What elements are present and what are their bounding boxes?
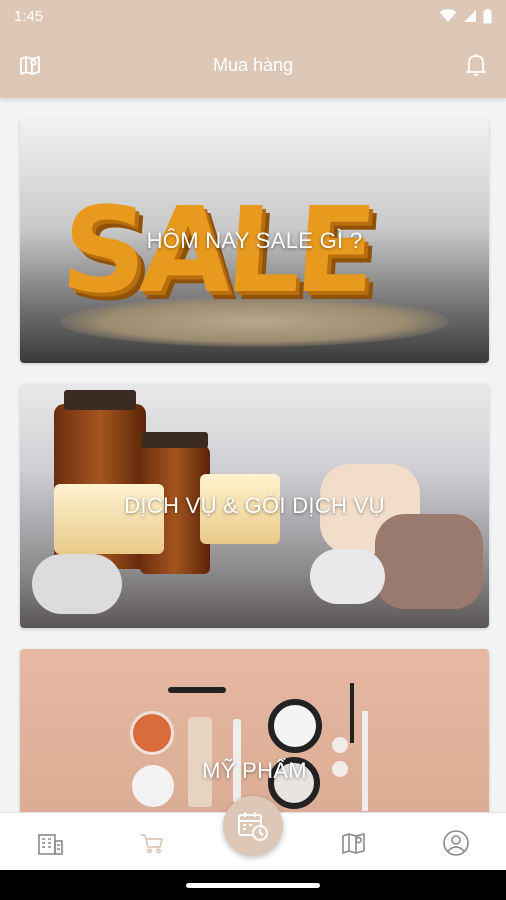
bead xyxy=(332,737,348,753)
compact-powder xyxy=(268,699,322,753)
nav-cart-button[interactable] xyxy=(136,827,168,859)
sale-card-label: HÔM NAY SALE GÌ ? xyxy=(146,228,363,253)
status-time: 1:45 xyxy=(14,7,44,25)
cart-icon xyxy=(141,834,163,854)
system-nav-bar xyxy=(0,870,506,900)
nav-store-button[interactable] xyxy=(34,827,66,859)
page-title: Mua hàng xyxy=(212,54,294,75)
home-handle[interactable] xyxy=(186,883,320,888)
signal-icon xyxy=(464,10,476,22)
eyeliner xyxy=(168,687,226,693)
brush xyxy=(350,683,354,743)
map-button[interactable] xyxy=(14,49,46,81)
status-bar: 1:45 xyxy=(0,0,506,32)
nav-map-button[interactable] xyxy=(338,827,370,859)
services-card-label: DỊCH VỤ & GÓI DỊCH VỤ xyxy=(124,493,385,518)
booking-button[interactable] xyxy=(223,796,283,856)
status-icons xyxy=(439,8,492,24)
services-card[interactable]: DỊCH VỤ & GÓI DỊCH VỤ xyxy=(20,384,489,628)
wifi-icon xyxy=(439,9,457,22)
category-list: SALE HÔM NAY SALE GÌ ? DỊCH VỤ & GÓI DỊC… xyxy=(0,98,506,812)
bell-icon xyxy=(466,54,486,77)
towel xyxy=(310,549,385,604)
user-icon xyxy=(443,830,469,856)
calendar-clock-icon xyxy=(238,812,268,841)
towel xyxy=(375,514,483,609)
building-icon xyxy=(38,834,63,855)
cosmetics-card-label: MỸ PHẨM xyxy=(202,758,307,783)
cotton xyxy=(32,554,122,614)
sale-card[interactable]: SALE HÔM NAY SALE GÌ ? xyxy=(20,119,489,363)
cosmetics-card[interactable]: MỸ PHẨM xyxy=(20,649,489,812)
cosmetics-card-image xyxy=(20,649,489,812)
blush-pot xyxy=(130,711,174,755)
map-icon xyxy=(20,56,40,75)
battery-icon xyxy=(483,8,492,23)
map-pin-icon xyxy=(342,833,365,854)
nav-profile-button[interactable] xyxy=(440,827,472,859)
notification-button[interactable] xyxy=(460,49,492,81)
jar-cap xyxy=(142,432,208,448)
app-header: Mua hàng xyxy=(0,32,506,98)
jar-cap xyxy=(64,390,136,410)
